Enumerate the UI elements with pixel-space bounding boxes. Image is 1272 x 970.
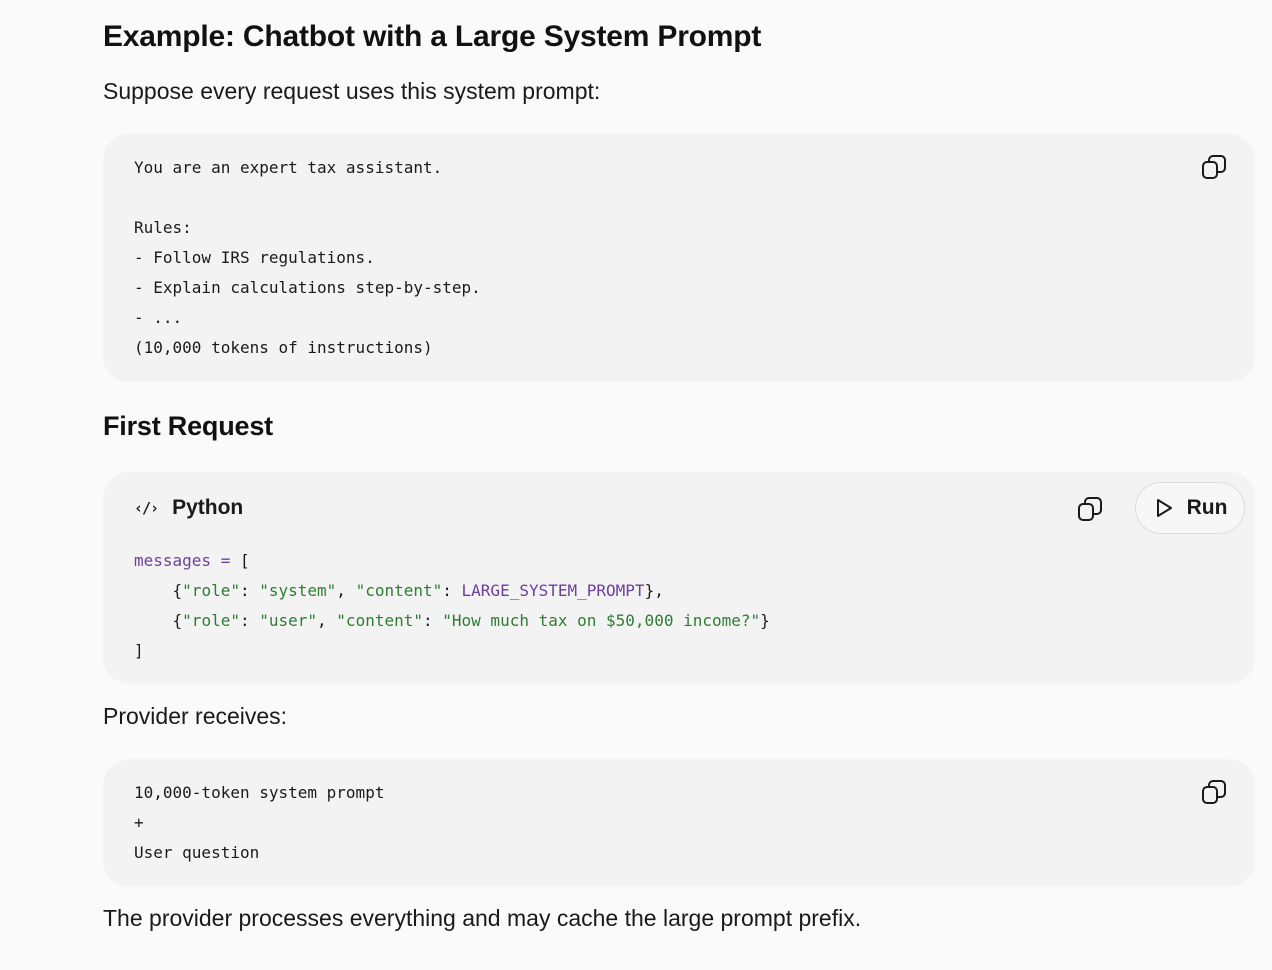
run-label: Run xyxy=(1186,496,1228,519)
code-constant: LARGE_SYSTEM_PROMPT xyxy=(461,581,645,600)
copy-button[interactable] xyxy=(1075,494,1105,524)
code-string: "role" xyxy=(182,611,240,630)
code-line: - ... xyxy=(134,308,183,327)
code-bracket: ] xyxy=(134,641,144,660)
page-title: Example: Chatbot with a Large System Pro… xyxy=(103,20,762,53)
code-string: "user" xyxy=(259,611,318,630)
system-prompt-code-block: You are an expert tax assistant. Rules: … xyxy=(103,134,1255,382)
code-icon: ‹/› xyxy=(134,499,159,517)
provider-code[interactable]: 10,000-token system prompt + User questi… xyxy=(134,778,384,868)
copy-icon xyxy=(1202,780,1226,804)
code-bracket: [ xyxy=(239,551,250,570)
python-code-block: ‹/› Python Run messages = [ {"role": "sy… xyxy=(103,472,1255,684)
code-line: Rules: xyxy=(134,218,192,237)
copy-button[interactable] xyxy=(1199,777,1229,807)
code-line: - Follow IRS regulations. xyxy=(134,248,375,267)
provider-label: Provider receives: xyxy=(103,703,288,729)
language-name: Python xyxy=(172,496,244,519)
code-string: "role" xyxy=(182,581,240,600)
section-heading: First Request xyxy=(103,411,273,441)
language-label: ‹/› Python xyxy=(134,496,243,520)
code-string: "How much tax on $50,000 income?" xyxy=(442,611,761,630)
provider-code-block: 10,000-token system prompt + User questi… xyxy=(103,759,1255,887)
closing-paragraph: The provider processes everything and ma… xyxy=(103,905,862,931)
code-line: - Explain calculations step-by-step. xyxy=(134,278,481,297)
code-line: 10,000-token system prompt xyxy=(134,783,385,802)
code-string: "content" xyxy=(336,611,423,630)
code-line: User question xyxy=(134,843,260,862)
system-prompt-code[interactable]: You are an expert tax assistant. Rules: … xyxy=(134,153,481,363)
copy-button[interactable] xyxy=(1199,152,1229,182)
intro-paragraph: Suppose every request uses this system p… xyxy=(103,78,601,104)
copy-icon xyxy=(1202,155,1226,179)
run-button[interactable]: Run xyxy=(1135,482,1245,534)
copy-icon xyxy=(1078,497,1102,521)
code-variable: messages xyxy=(134,551,212,570)
code-line: You are an expert tax assistant. xyxy=(134,158,443,177)
code-string: "content" xyxy=(355,581,443,600)
code-string: "system" xyxy=(259,581,337,600)
python-code[interactable]: messages = [ {"role": "system", "content… xyxy=(134,546,770,666)
play-icon xyxy=(1156,499,1172,517)
code-line: (10,000 tokens of instructions) xyxy=(134,338,433,357)
code-operator: = xyxy=(220,551,231,570)
code-line: + xyxy=(134,813,144,832)
